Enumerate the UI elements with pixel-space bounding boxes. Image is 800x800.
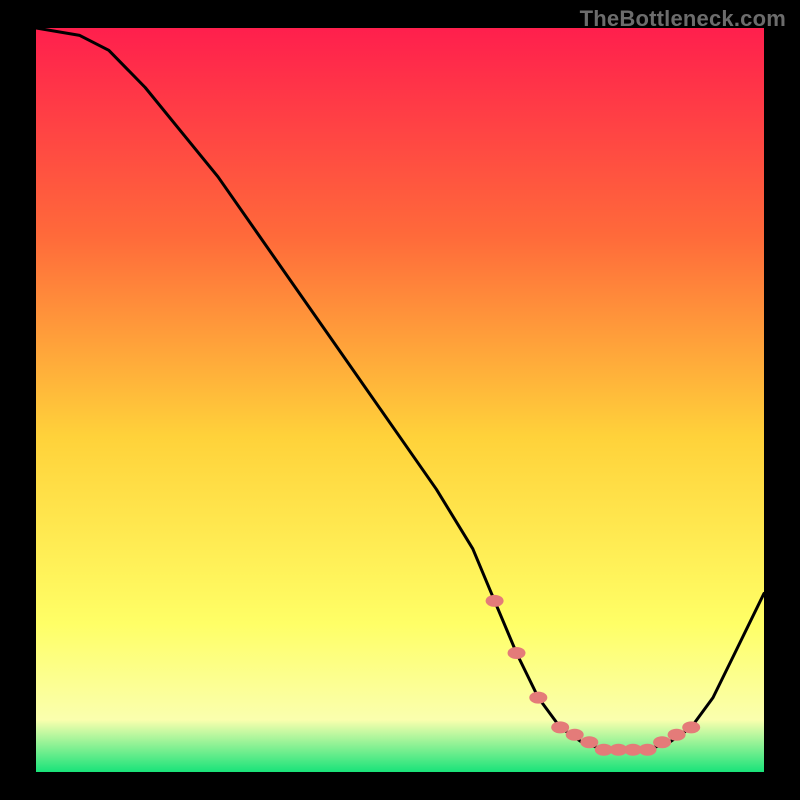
marker-dot [529, 692, 547, 704]
chart-stage: TheBottleneck.com [0, 0, 800, 800]
marker-dot [486, 595, 504, 607]
marker-dot [551, 721, 569, 733]
chart-plot-area [36, 28, 764, 772]
marker-dot [639, 744, 657, 756]
gradient-background [36, 28, 764, 772]
marker-dot [566, 729, 584, 741]
marker-dot [508, 647, 526, 659]
marker-dot [682, 721, 700, 733]
marker-dot [653, 736, 671, 748]
marker-dot [580, 736, 598, 748]
chart-svg [36, 28, 764, 772]
marker-dot [668, 729, 686, 741]
